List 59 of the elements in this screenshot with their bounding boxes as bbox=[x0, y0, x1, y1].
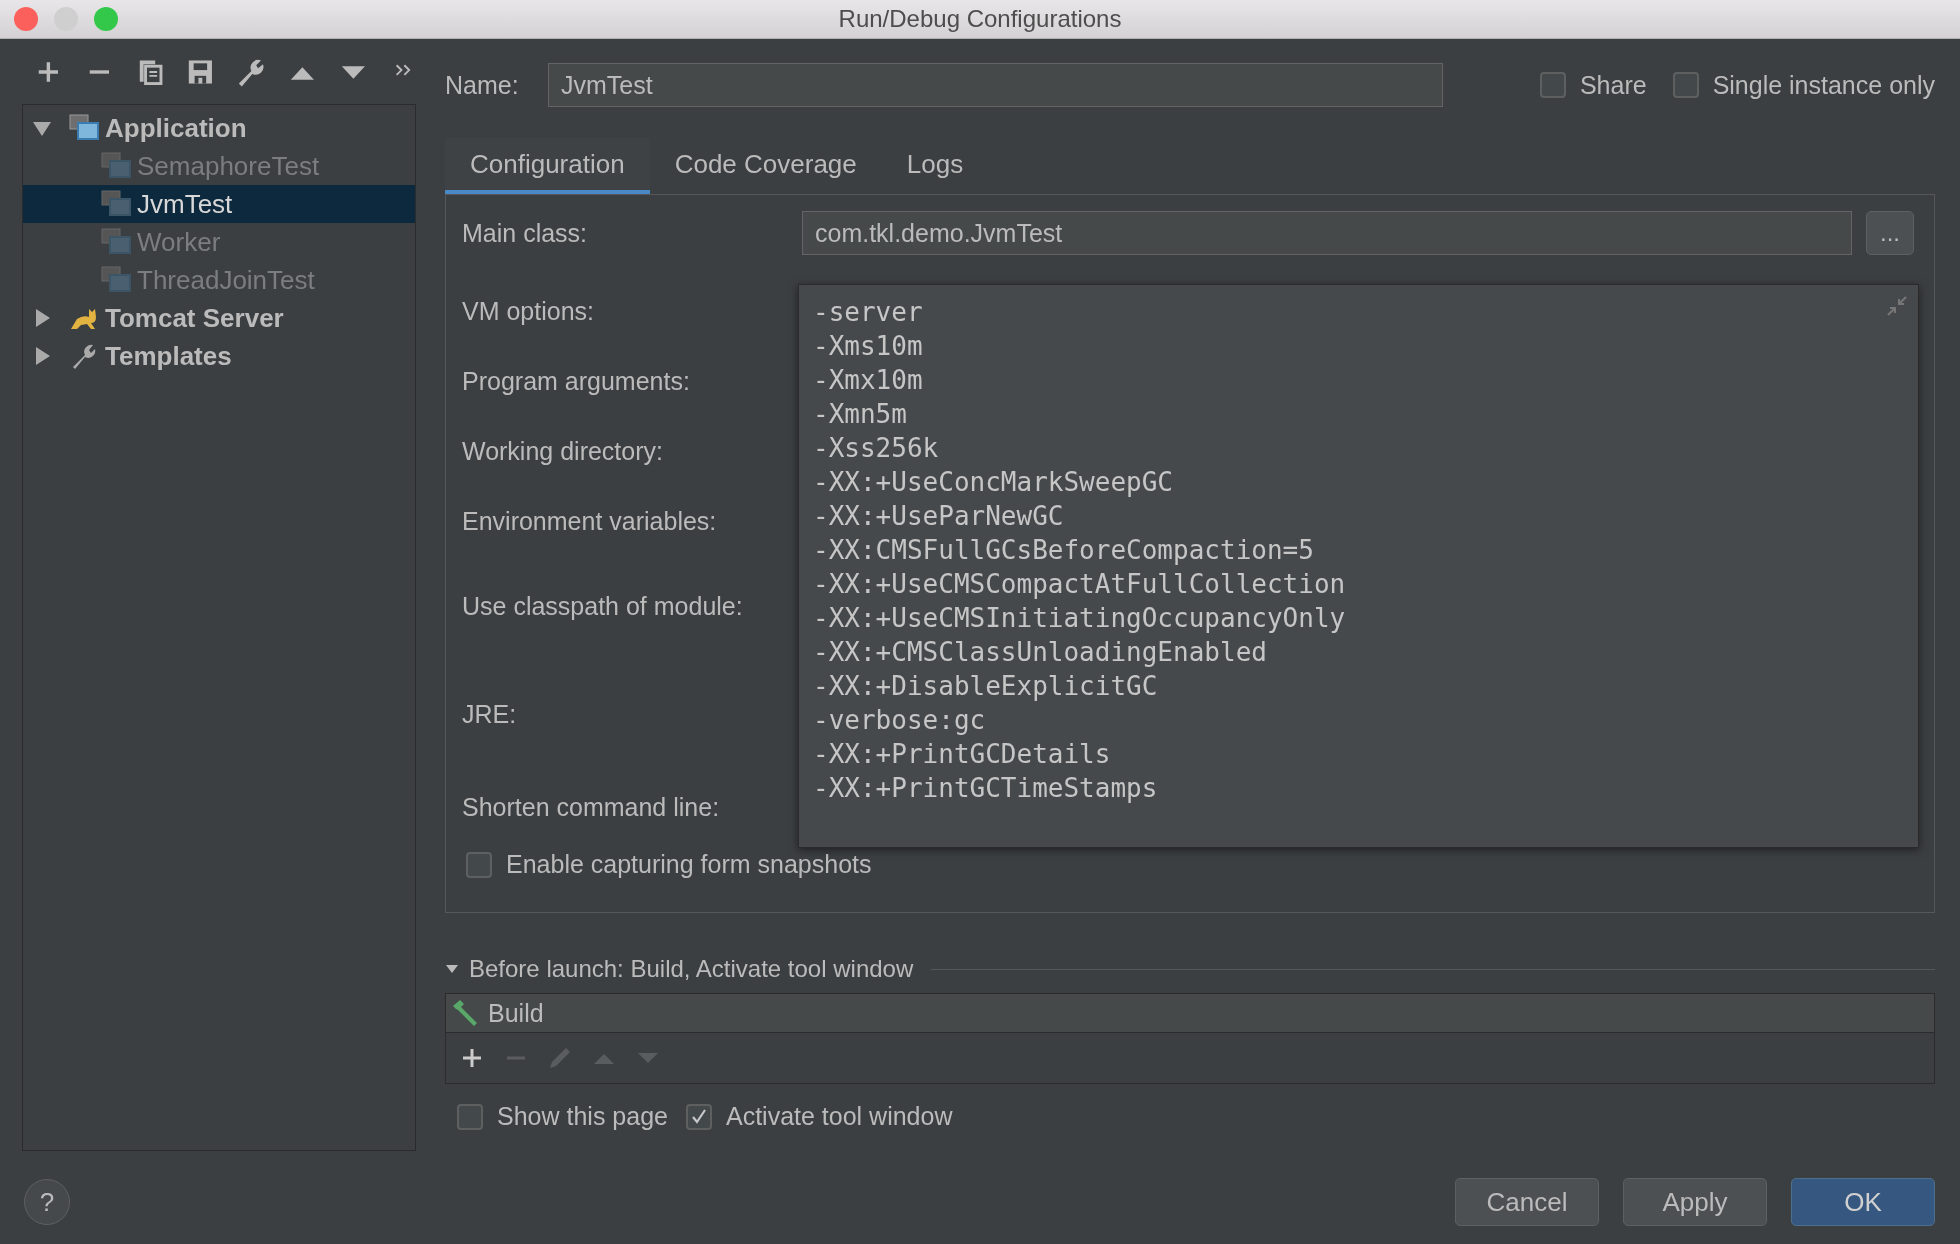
code-line: -XX:+PrintGCTimeStamps bbox=[813, 772, 1159, 805]
tree-item[interactable]: Worker bbox=[23, 223, 415, 261]
checkbox[interactable] bbox=[1539, 72, 1566, 98]
code-line: -server bbox=[813, 296, 924, 329]
code-line: -XX:+UseConcMarkSweepGC bbox=[813, 466, 1175, 499]
checkbox[interactable] bbox=[685, 1103, 712, 1130]
window-icon bbox=[101, 265, 131, 295]
code-line: -XX:+UseCMSInitiatingOccupancyOnly bbox=[813, 602, 1347, 635]
dialog-button[interactable]: OK bbox=[1791, 1178, 1935, 1226]
code-line: -XX:+UseParNewGC bbox=[813, 500, 1065, 533]
main-class-label: Main class: bbox=[462, 218, 589, 248]
code-line: -XX:+CMSClassUnloadingEnabled bbox=[813, 636, 1268, 669]
checkbox[interactable] bbox=[466, 851, 492, 878]
window-icon bbox=[101, 189, 131, 219]
code-line: -verbose:gc bbox=[813, 704, 987, 737]
name-field[interactable]: JvmTest bbox=[548, 63, 1443, 107]
code-line: -Xmn5m bbox=[813, 398, 908, 431]
checkbox-label: Single instance only bbox=[1712, 70, 1935, 100]
tree-item[interactable]: Templates bbox=[23, 337, 415, 375]
window-icon bbox=[69, 113, 99, 143]
name-label: Name: bbox=[445, 70, 520, 100]
tree-item[interactable]: Application bbox=[23, 109, 415, 147]
code-line: -XX:CMSFullGCsBeforeCompaction=5 bbox=[813, 534, 1315, 567]
field-label: Working directory: bbox=[462, 436, 664, 466]
code-line: -XX:+DisableExplicitGC bbox=[813, 670, 1159, 703]
field-label: Environment variables: bbox=[462, 506, 718, 536]
checkbox[interactable] bbox=[457, 1103, 483, 1130]
browse-button[interactable]: ... bbox=[1866, 211, 1914, 255]
vm-options-editor[interactable] bbox=[798, 284, 1919, 848]
field-label: Program arguments: bbox=[462, 366, 691, 396]
field-label: Use classpath of module: bbox=[462, 591, 744, 621]
checkbox-label: Show this page bbox=[497, 1102, 668, 1131]
code-line: -Xmx10m bbox=[813, 364, 924, 397]
main-class-field[interactable]: com.tkl.demo.JvmTest bbox=[802, 211, 1852, 255]
checkbox[interactable] bbox=[1672, 72, 1699, 98]
window-icon bbox=[101, 151, 131, 181]
tree-item[interactable]: JvmTest bbox=[23, 185, 415, 223]
section-title: Before launch: Build, Activate tool window bbox=[469, 955, 914, 983]
checkbox-label: Share bbox=[1579, 70, 1647, 100]
code-line: -XX:+PrintGCDetails bbox=[813, 738, 1112, 771]
tree-item[interactable]: SemaphoreTest bbox=[23, 147, 415, 185]
help-button[interactable]: ? bbox=[24, 1179, 70, 1225]
code-line: -Xms10m bbox=[813, 330, 924, 363]
dialog-button[interactable]: Cancel bbox=[1455, 1178, 1599, 1226]
tab[interactable]: Code Coverage bbox=[649, 138, 882, 194]
tree-item[interactable]: Tomcat Server bbox=[23, 299, 415, 337]
dialog-button[interactable]: Apply bbox=[1623, 1178, 1767, 1226]
checkbox-label: Enable capturing form snapshots bbox=[506, 850, 872, 879]
tree-item[interactable]: ThreadJoinTest bbox=[23, 261, 415, 299]
field-label: JRE: bbox=[462, 699, 518, 729]
checkbox-label: Activate tool window bbox=[725, 1102, 953, 1131]
window-title: Run/Debug Configurations bbox=[838, 5, 1122, 32]
tab[interactable]: Logs bbox=[881, 138, 989, 194]
window-icon bbox=[101, 227, 131, 257]
code-line: -Xss256k bbox=[813, 432, 940, 465]
field-label: Shorten command line: bbox=[462, 792, 721, 822]
task-item[interactable]: Build bbox=[446, 994, 1934, 1032]
code-line: -XX:+UseCMSCompactAtFullCollection bbox=[813, 568, 1347, 601]
field-label: VM options: bbox=[462, 296, 595, 326]
